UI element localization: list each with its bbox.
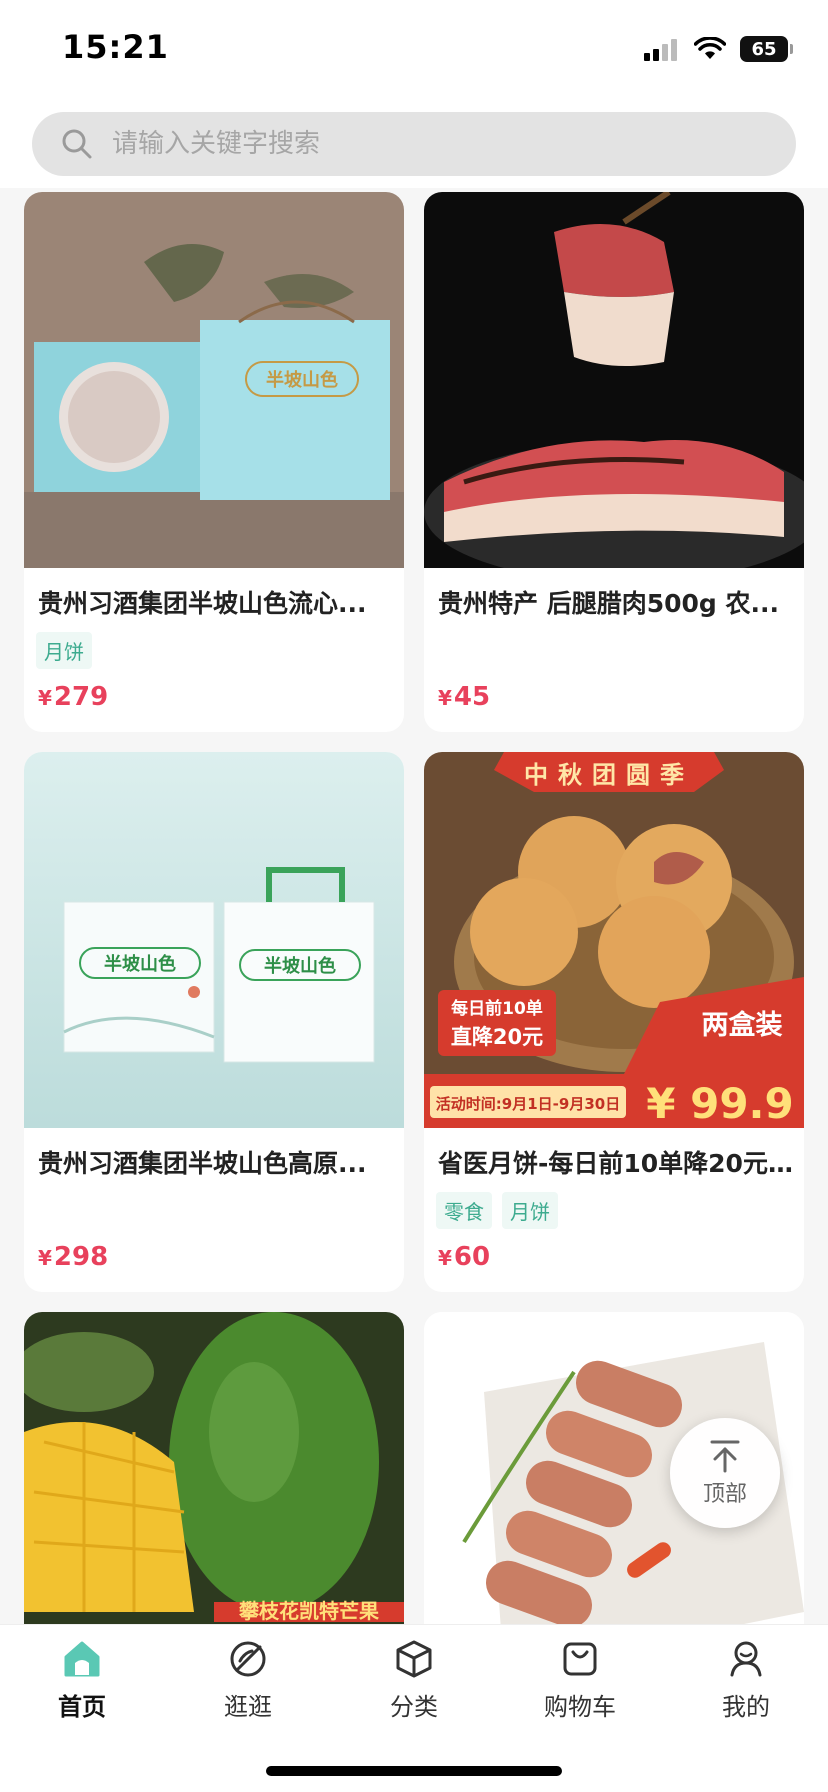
product-price: ¥60 xyxy=(438,1242,490,1272)
search-input[interactable] xyxy=(110,128,710,160)
currency-symbol: ¥ xyxy=(438,686,452,710)
tab-cart[interactable]: 购物车 xyxy=(520,1637,640,1737)
price-value: 60 xyxy=(453,1242,491,1272)
product-price: ¥279 xyxy=(38,682,108,712)
product-card[interactable]: 半坡山色 贵州习酒集团半坡山色流心... 月饼 ¥279 xyxy=(24,192,404,732)
banner-period-text: 活动时间:9月1日-9月30日 xyxy=(436,1095,620,1113)
currency-symbol: ¥ xyxy=(38,686,52,710)
svg-text:半坡山色: 半坡山色 xyxy=(104,953,176,975)
back-to-top-button[interactable]: 顶部 xyxy=(670,1418,780,1528)
price-value: 45 xyxy=(453,682,491,712)
home-indicator xyxy=(266,1766,562,1776)
status-bar: 15:21 65 xyxy=(0,0,828,100)
banner-pack-text: 两盒装 xyxy=(702,1009,783,1041)
tab-category[interactable]: 分类 xyxy=(354,1637,474,1737)
product-tag: 月饼 xyxy=(502,1192,558,1229)
banner-text: 攀枝花凯特芒果 xyxy=(238,1599,379,1623)
product-price: ¥45 xyxy=(438,682,490,712)
mooncake-gift-box-white-image: 半坡山色 半坡山色 xyxy=(24,752,404,1128)
product-tags: 零食 月饼 xyxy=(436,1192,558,1229)
tab-profile[interactable]: 我的 xyxy=(686,1637,806,1737)
mooncake-gift-box-blue-image: 半坡山色 xyxy=(24,192,404,568)
wifi-icon xyxy=(694,37,726,59)
product-image[interactable]: 攀枝花凯特芒果 xyxy=(24,1312,404,1624)
product-image[interactable]: 半坡山色 半坡山色 xyxy=(24,752,404,1128)
status-time: 15:21 xyxy=(62,28,169,66)
tab-cart-label: 购物车 xyxy=(544,1693,616,1721)
cured-pork-image xyxy=(424,192,804,568)
banner-big-price: ¥ 99.9 xyxy=(646,1079,793,1128)
back-to-top-label: 顶部 xyxy=(702,1482,747,1507)
currency-symbol: ¥ xyxy=(38,1246,52,1270)
product-title[interactable]: 贵州特产 后腿腊肉500g 农... xyxy=(438,584,794,620)
currency-symbol: ¥ xyxy=(438,1246,452,1270)
svg-text:半坡山色: 半坡山色 xyxy=(264,955,336,977)
product-tag: 月饼 xyxy=(36,632,92,669)
price-value: 279 xyxy=(53,682,109,712)
tab-explore[interactable]: 逛逛 xyxy=(188,1637,308,1737)
shopping-bag-icon xyxy=(563,1642,597,1676)
product-image[interactable]: 半坡山色 xyxy=(24,192,404,568)
product-tag: 零食 xyxy=(436,1192,492,1229)
green-mango-image: 攀枝花凯特芒果 xyxy=(24,1312,404,1624)
tab-home-label: 首页 xyxy=(58,1693,106,1721)
category-cube-icon xyxy=(396,1640,432,1678)
search-icon xyxy=(62,129,92,159)
product-image[interactable]: 中秋团圆季 每日前10单 直降20元 两盒装 活动时间:9月1日-9月30日 ¥… xyxy=(424,752,804,1128)
product-card[interactable]: 半坡山色 半坡山色 贵州习酒集团半坡山色高原... ¥298 xyxy=(24,752,404,1292)
search-area xyxy=(0,100,828,188)
product-image[interactable] xyxy=(424,192,804,568)
search-bar[interactable] xyxy=(32,112,796,176)
product-title[interactable]: 省医月饼-每日前10单降20元... xyxy=(438,1144,794,1180)
tab-category-label: 分类 xyxy=(390,1693,438,1721)
cellular-signal-icon xyxy=(644,37,680,61)
status-icons: 65 xyxy=(644,34,793,64)
product-card[interactable]: 攀枝花凯特芒果 xyxy=(24,1312,404,1624)
tab-home[interactable]: 首页 xyxy=(22,1637,142,1737)
banner-promo-line2: 直降20元 xyxy=(451,1025,543,1049)
product-card[interactable]: 贵州特产 后腿腊肉500g 农... ¥45 xyxy=(424,192,804,732)
product-tags: 月饼 xyxy=(36,632,92,669)
banner-promo-line1: 每日前10单 xyxy=(451,998,543,1019)
product-card[interactable]: 中秋团圆季 每日前10单 直降20元 两盒装 活动时间:9月1日-9月30日 ¥… xyxy=(424,752,804,1292)
mooncake-basket-image: 中秋团圆季 每日前10单 直降20元 两盒装 活动时间:9月1日-9月30日 ¥… xyxy=(424,752,804,1128)
home-icon xyxy=(64,1641,100,1677)
product-title[interactable]: 贵州习酒集团半坡山色高原... xyxy=(38,1144,394,1180)
svg-text:半坡山色: 半坡山色 xyxy=(266,369,338,391)
compass-icon xyxy=(230,1641,266,1677)
product-grid: 半坡山色 贵州习酒集团半坡山色流心... 月饼 ¥279 贵州特产 后腿腊肉50… xyxy=(0,188,828,1624)
battery-level: 65 xyxy=(751,38,777,60)
user-icon xyxy=(730,1641,762,1677)
arrow-up-to-line-icon xyxy=(710,1440,740,1473)
product-price: ¥298 xyxy=(38,1242,108,1272)
price-value: 298 xyxy=(53,1242,109,1272)
tab-explore-label: 逛逛 xyxy=(224,1693,272,1721)
banner-top-text: 中秋团圆季 xyxy=(524,761,694,789)
battery-icon: 65 xyxy=(740,36,793,62)
product-title[interactable]: 贵州习酒集团半坡山色流心... xyxy=(38,584,394,620)
tab-profile-label: 我的 xyxy=(722,1693,770,1721)
